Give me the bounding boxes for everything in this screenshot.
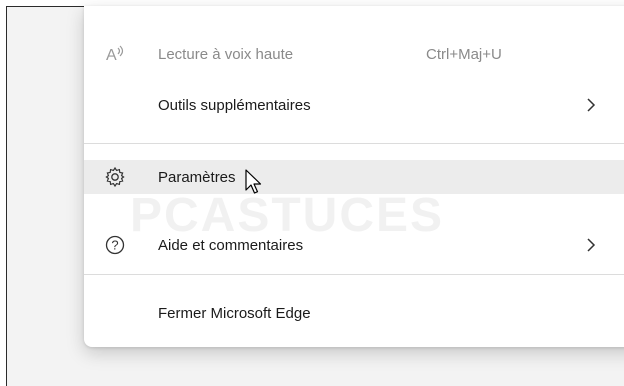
settings-menu: A Lecture à voix haute Ctrl+Maj+U Outils… [84, 6, 624, 347]
chevron-right-icon [584, 97, 598, 113]
read-aloud-icon: A [104, 43, 126, 65]
menu-item-close-edge[interactable]: Fermer Microsoft Edge [84, 296, 624, 330]
menu-divider [84, 143, 624, 144]
mouse-pointer-icon [245, 169, 262, 194]
menu-item-label: Fermer Microsoft Edge [158, 304, 311, 322]
chevron-right-icon [584, 237, 598, 253]
menu-item-help[interactable]: ? Aide et commentaires [84, 228, 624, 262]
menu-item-label: Lecture à voix haute [158, 45, 294, 63]
menu-item-label: Outils supplémentaires [158, 96, 311, 114]
menu-item-label: Paramètres [158, 168, 236, 186]
shortcut-text: Ctrl+Maj+U [426, 45, 502, 63]
menu-item-label: Aide et commentaires [158, 236, 304, 254]
help-icon: ? [104, 234, 126, 256]
menu-item-read-aloud[interactable]: A Lecture à voix haute Ctrl+Maj+U [84, 37, 624, 71]
menu-item-more-tools[interactable]: Outils supplémentaires [84, 88, 624, 122]
menu-divider [84, 274, 624, 275]
svg-text:A: A [106, 47, 117, 64]
gear-icon [104, 166, 126, 188]
svg-text:?: ? [111, 238, 118, 253]
menu-item-settings[interactable]: Paramètres [84, 160, 624, 194]
